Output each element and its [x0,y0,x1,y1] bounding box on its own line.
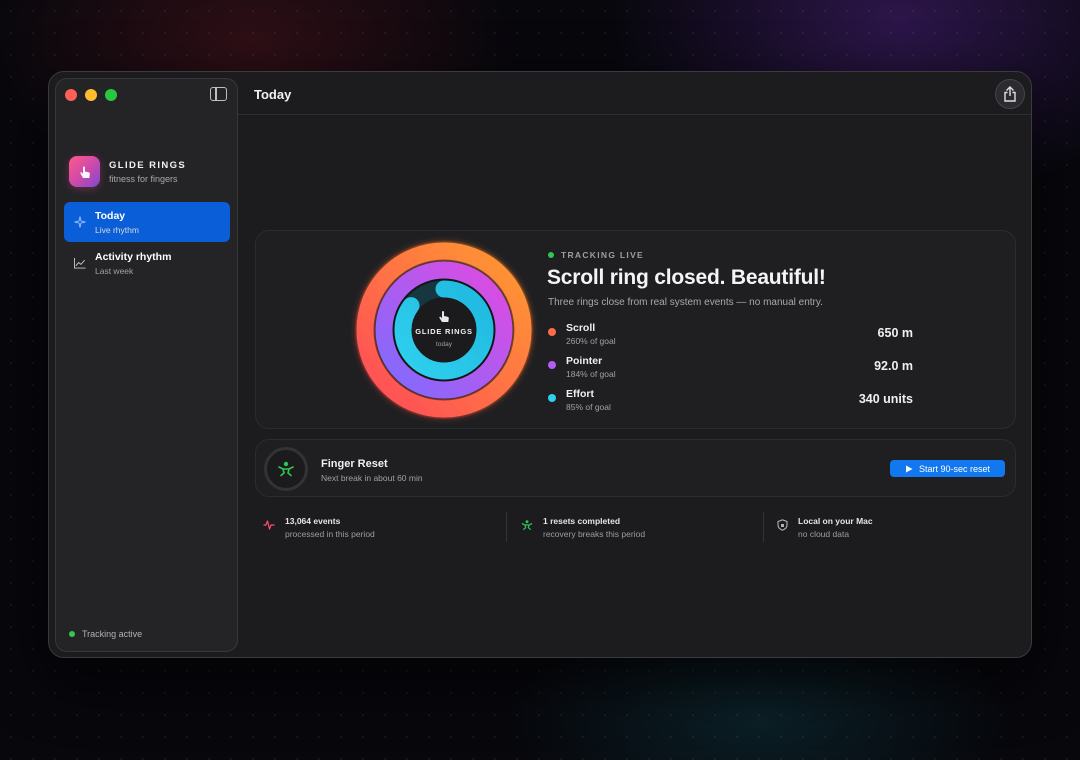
rings-center-title: GLIDE RINGS [415,327,473,336]
scroll-dot-icon [548,328,556,336]
tracking-status: Tracking active [69,629,142,639]
stretch-figure-icon [278,461,294,477]
metric-name: Pointer [566,355,603,367]
metric-percent: 184% of goal [566,369,616,379]
share-button[interactable] [995,79,1025,109]
stat-local: Local on your Mac no cloud data [776,512,873,542]
app-brand: GLIDE RINGS fitness for fingers [69,156,186,187]
app-logo-icon [69,156,100,187]
window-controls [65,89,117,101]
shield-icon [776,519,788,531]
start-reset-button[interactable]: Start 90-sec reset [890,460,1005,477]
live-dot-icon [548,252,554,258]
metric-pointer: Pointer 184% of goal 92.0 m [548,353,913,383]
metric-name: Scroll [566,322,596,334]
effort-dot-icon [548,394,556,402]
sidebar-item-sublabel: Live rhythm [95,224,139,235]
play-icon [905,465,913,472]
sparkle-icon [74,216,86,228]
sidebar-item-label: Activity rhythm [95,250,172,263]
minimize-window-button[interactable] [85,89,97,101]
metric-percent: 260% of goal [566,336,616,346]
metric-scroll: Scroll 260% of goal 650 m [548,320,913,350]
sidebar-item-sublabel: Last week [95,265,134,276]
stat-primary: 13,064 events [285,516,341,526]
share-icon [1004,86,1016,102]
rings-center-sub: today [436,341,453,348]
metric-value: 340 units [858,392,913,406]
stat-secondary: recovery breaks this period [543,529,646,539]
stats-row: 13,064 events processed in this period 1… [255,512,1016,542]
stat-resets: 1 resets completed recovery breaks this … [521,512,645,542]
tracking-live-indicator: TRACKING LIVE [548,250,644,260]
stat-secondary: processed in this period [285,529,375,539]
app-name: GLIDE RINGS [109,159,187,171]
divider [763,512,764,542]
page-title: Today [254,87,292,102]
metric-value: 92.0 m [874,359,913,373]
metric-percent: 85% of goal [566,402,611,412]
metric-name: Effort [566,388,594,400]
divider [506,512,507,542]
reset-progress-ring [264,447,308,491]
activity-rings: GLIDE RINGS today [353,239,535,421]
chart-line-icon [74,257,86,269]
close-window-button[interactable] [65,89,77,101]
sidebar-toggle-icon[interactable] [210,87,227,101]
rings-headline: Scroll ring closed. Beautiful! [547,266,826,289]
stat-events: 13,064 events processed in this period [263,512,375,542]
finger-reset-card: Finger Reset Next break in about 60 min … [255,439,1016,497]
sidebar-item-activity-rhythm[interactable]: Activity rhythm Last week [64,243,230,283]
pulse-icon [263,519,275,531]
app-window: GLIDE RINGS fitness for fingers Today Li… [48,71,1032,658]
stat-secondary: no cloud data [798,529,850,539]
tracking-status-label: Tracking active [82,629,143,639]
stat-primary: Local on your Mac [798,516,873,526]
rings-subline: Three rings close from real system event… [548,297,823,308]
header: Today [238,72,1031,115]
tracking-live-label: TRACKING LIVE [561,250,645,260]
app-tagline: fitness for fingers [109,173,178,184]
sidebar-item-today[interactable]: Today Live rhythm [64,202,230,242]
zoom-window-button[interactable] [105,89,117,101]
rings-card: GLIDE RINGS today TRACKING LIVE Scroll r… [255,230,1016,429]
metric-effort: Effort 85% of goal 340 units [548,386,913,416]
sidebar-item-label: Today [95,209,126,222]
reset-subtitle: Next break in about 60 min [321,473,423,483]
stretch-figure-icon [521,519,533,531]
status-dot-icon [69,631,75,637]
sidebar: GLIDE RINGS fitness for fingers Today Li… [55,78,238,652]
stat-primary: 1 resets completed [543,516,621,526]
reset-title: Finger Reset [321,458,388,470]
pointer-dot-icon [548,361,556,369]
metric-value: 650 m [877,326,913,340]
start-reset-label: Start 90-sec reset [918,463,991,474]
